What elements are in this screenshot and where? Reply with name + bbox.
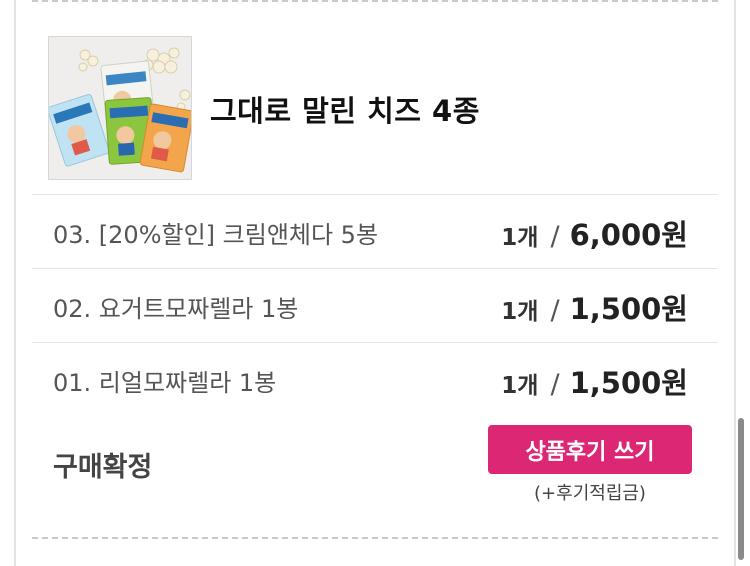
price-separator: /: [550, 221, 560, 252]
option-row: 01. 리얼모짜렐라 1봉 1개 / 1,500원: [32, 342, 718, 416]
option-price-group: 1개 / 6,000원: [501, 212, 688, 254]
price-separator: /: [550, 369, 560, 400]
option-price: 1,500원: [569, 366, 688, 400]
price-separator: /: [550, 295, 560, 326]
option-quantity: 1개: [501, 225, 539, 251]
option-row: 03. [20%할인] 크림앤체다 5봉 1개 / 6,000원: [32, 194, 718, 268]
dashed-divider-top: [32, 0, 718, 2]
container-left-border: [14, 0, 16, 566]
order-product-header: 그대로 말린 치즈 4종: [32, 20, 718, 195]
option-name: 03. [20%할인] 크림앤체다 5봉: [53, 221, 379, 249]
review-reward-note: (+후기적립금): [534, 483, 646, 504]
option-quantity: 1개: [501, 299, 539, 325]
container-right-border: [734, 0, 736, 566]
option-price-group: 1개 / 1,500원: [501, 286, 688, 328]
option-row: 02. 요거트모짜렐라 1봉 1개 / 1,500원: [32, 268, 718, 342]
option-price-group: 1개 / 1,500원: [501, 360, 688, 402]
option-price: 6,000원: [569, 218, 688, 252]
option-quantity: 1개: [501, 373, 539, 399]
option-price: 1,500원: [569, 292, 688, 326]
scrollbar-thumb[interactable]: [738, 418, 744, 560]
option-name: 02. 요거트모짜렐라 1봉: [53, 295, 299, 323]
product-thumbnail[interactable]: [48, 36, 192, 180]
dashed-divider-bottom: [32, 537, 718, 539]
product-title[interactable]: 그대로 말린 치즈 4종: [210, 88, 480, 130]
write-review-button[interactable]: 상품후기 쓰기: [488, 425, 692, 474]
product-thumbnail-illustration: [49, 37, 191, 179]
order-status-label: 구매확정: [53, 452, 153, 483]
option-name: 01. 리얼모짜렐라 1봉: [53, 369, 277, 397]
